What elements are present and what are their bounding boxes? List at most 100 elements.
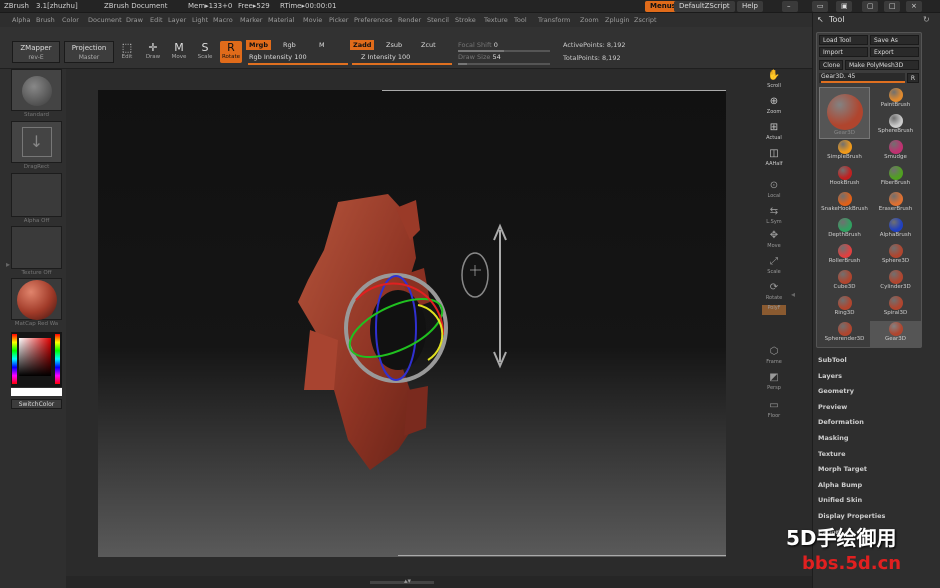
menu-texture[interactable]: Texture [484,16,508,24]
menu-zplugin[interactable]: Zplugin [605,16,630,24]
shelf-aahalf-button[interactable]: ◫ AAHalf [762,147,786,171]
hue-strip[interactable] [12,334,17,384]
menu-edit[interactable]: Edit [150,16,163,24]
zmapper-button[interactable]: ZMapper rev-E [12,41,60,63]
tool-item-spiral3d[interactable]: Spiral3D [870,295,921,321]
menu-document[interactable]: Document [88,16,122,24]
minimize-icon[interactable]: – [782,1,798,12]
close-icon[interactable]: × [906,1,922,12]
canvas-viewport[interactable] [98,90,726,557]
tool-item-gear3d[interactable]: Gear3D [819,87,870,139]
default-zscript-button[interactable]: DefaultZScript [674,1,735,12]
menu-zoom[interactable]: Zoom [580,16,599,24]
restore-icon[interactable]: ▢ [862,1,878,12]
shelf-frame-button[interactable]: ⬡ Frame [762,345,786,369]
menu-stroke[interactable]: Stroke [455,16,476,24]
rgb-toggle[interactable]: Rgb [280,40,299,50]
menu-zscript[interactable]: Zscript [634,16,657,24]
menu-color[interactable]: Color [62,16,79,24]
import-button[interactable]: Import [819,47,868,57]
menu-preferences[interactable]: Preferences [354,16,392,24]
panel-refresh-icon[interactable]: ↻ [923,15,930,24]
submenu-geometry[interactable]: Geometry [818,387,854,395]
left-collapse-icon[interactable]: ▸ [6,260,10,269]
tool-item-spherender3d[interactable]: Spherender3D [819,321,870,347]
projection-master-button[interactable]: Projection Master [64,41,114,63]
tool-item-ring3d[interactable]: Ring3D [819,295,870,321]
zcut-toggle[interactable]: Zcut [418,40,439,50]
submenu-masking[interactable]: Masking [818,434,849,442]
tool-item-spherebrush[interactable]: SphereBrush [870,113,921,139]
m-toggle[interactable]: M [316,40,328,50]
menu-movie[interactable]: Movie [303,16,322,24]
tool-item-depthbrush[interactable]: DepthBrush [819,217,870,243]
draw-button[interactable]: ✛ Draw [142,41,164,63]
z-intensity-slider[interactable]: Z Intensity 100 [358,52,413,62]
tool-item-gear3d[interactable]: Gear3D [870,321,921,347]
help-button[interactable]: Help [737,1,763,12]
tool-item-fiberbrush[interactable]: FiberBrush [870,165,921,191]
submenu-alpha-bump[interactable]: Alpha Bump [818,481,862,489]
texture-slot[interactable] [11,226,62,269]
gear-model[interactable] [98,90,726,557]
menu-stencil[interactable]: Stencil [427,16,449,24]
export-button[interactable]: Export [870,47,919,57]
tool-item-alphabrush[interactable]: AlphaBrush [870,217,921,243]
expand-arrow-icon[interactable]: ▴▾ [404,577,411,585]
shelf-local-button[interactable]: ⊙ Local [762,179,786,203]
focal-shift-slider[interactable]: Focal Shift 0 [455,40,501,50]
tool-item-eraserbrush[interactable]: EraserBrush [870,191,921,217]
menu-alpha[interactable]: Alpha [12,16,30,24]
shelf-scroll-button[interactable]: ✋ Scroll [762,69,786,93]
draw-size-slider[interactable]: Draw Size 54 [455,52,504,62]
load-tool-button[interactable]: Load Tool [819,35,868,45]
hue-strip-right[interactable] [55,334,60,384]
menu-brush[interactable]: Brush [36,16,55,24]
shelf-move-button[interactable]: ✥ Move [762,229,786,253]
shelf-rotate-button[interactable]: ⟳ Rotate [762,281,786,305]
submenu-layers[interactable]: Layers [818,372,842,380]
save-as-button[interactable]: Save As [870,35,919,45]
menu-material[interactable]: Material [268,16,294,24]
menu-render[interactable]: Render [398,16,421,24]
shelf-scale-button[interactable]: ⤢ Scale [762,255,786,279]
alpha-slot[interactable] [11,173,62,217]
color-gradient-square[interactable] [19,338,51,376]
right-collapse-icon[interactable]: ◂ [791,290,795,299]
zsub-toggle[interactable]: Zsub [383,40,405,50]
menu-tool[interactable]: Tool [514,16,527,24]
tool-item-simplebrush[interactable]: SimpleBrush [819,139,870,165]
submenu-subtool[interactable]: SubTool [818,356,847,364]
menu-light[interactable]: Light [192,16,208,24]
stroke-slot[interactable]: ↓ [11,121,62,163]
submenu-texture[interactable]: Texture [818,450,846,458]
zadd-toggle[interactable]: Zadd [350,40,375,50]
reset-r-button[interactable]: R [907,73,919,83]
tool-item-paintbrush[interactable]: PaintBrush [870,87,921,113]
shelf-persp-button[interactable]: ◩ Persp [762,371,786,395]
maximize-icon[interactable]: □ [884,1,900,12]
submenu-display-properties[interactable]: Display Properties [818,512,885,520]
tool-item-smudge[interactable]: Smudge [870,139,921,165]
scale-button[interactable]: S Scale [194,41,216,63]
menu-draw[interactable]: Draw [126,16,143,24]
submenu-deformation[interactable]: Deformation [818,418,864,426]
rgb-intensity-slider[interactable]: Rgb Intensity 100 [246,52,310,62]
switch-color-button[interactable]: SwitchColor [11,399,62,409]
submenu-unified-skin[interactable]: Unified Skin [818,496,862,504]
menu-layer[interactable]: Layer [168,16,186,24]
material-slot[interactable] [11,278,62,320]
make-polymesh-button[interactable]: Make PolyMesh3D [845,60,919,70]
current-tool-slider[interactable]: Gear3D. 45 [819,73,905,83]
menu-transform[interactable]: Transform [538,16,570,24]
edit-button[interactable]: ⬚ Edit [116,41,138,63]
color-picker[interactable] [11,332,62,387]
tool-item-sphere3d[interactable]: Sphere3D [870,243,921,269]
menu-picker[interactable]: Picker [329,16,348,24]
rotate-button[interactable]: R Rotate [220,41,242,63]
menu-macro[interactable]: Macro [213,16,233,24]
layout-icon[interactable]: ▭ [812,1,828,12]
brush-slot[interactable] [11,69,62,111]
tool-item-rollerbrush[interactable]: RollerBrush [819,243,870,269]
main-color-swatch[interactable] [11,388,62,396]
